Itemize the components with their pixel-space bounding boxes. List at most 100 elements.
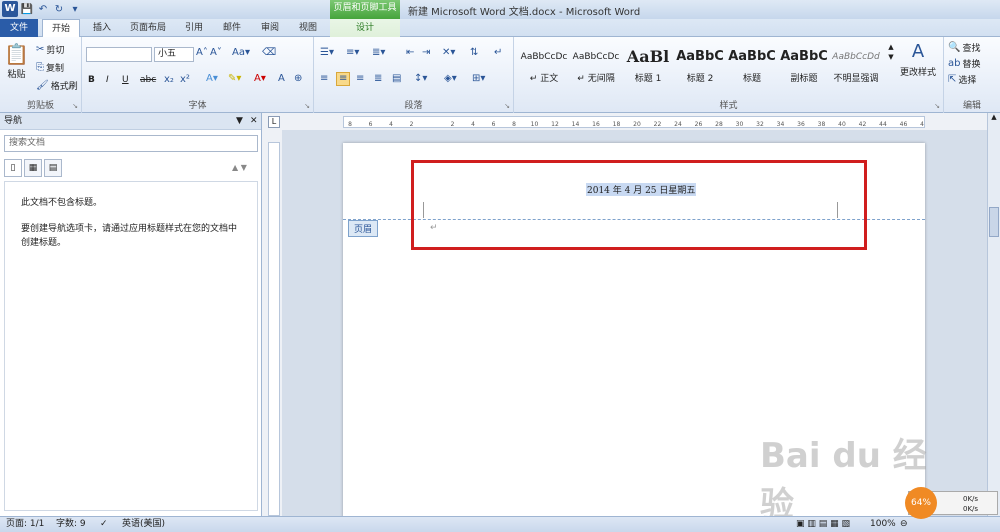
text-effects-button[interactable]: A▾ [206,74,218,84]
font-size-combo[interactable]: 小五 [154,47,194,62]
change-styles-button[interactable]: A 更改样式 [900,41,936,78]
bullets-button[interactable]: ☰▾ [320,48,334,58]
copy-button[interactable]: ⎘ 复制 [36,61,64,74]
align-right-button[interactable]: ≡ [356,74,364,84]
tab-review[interactable]: 审阅 [256,19,284,37]
char-shading-button[interactable]: A [278,74,285,84]
vertical-ruler[interactable] [268,142,280,516]
style-no-spacing[interactable]: AaBbCcDc ↵ 无间隔 [570,43,622,87]
numbering-button[interactable]: ≡▾ [346,48,359,58]
char-shading-icon: A [278,73,285,84]
scroll-up-icon: ▲ [888,43,894,51]
replace-label: 替换 [962,60,981,70]
cut-button[interactable]: ✂ 剪切 [36,43,64,56]
font-dialog-launcher-icon[interactable]: ↘ [304,102,310,110]
header-tag: 页眉 [348,220,379,237]
strikethrough-button[interactable]: abc [140,75,156,85]
tab-view[interactable]: 视图 [294,19,322,37]
tab-insert[interactable]: 插入 [88,19,116,37]
pages-view-icon[interactable]: ▦ [24,159,42,177]
ruler-tick-label: 4 [471,121,475,128]
justify-button[interactable]: ≣ [374,74,382,84]
ruler-tick-label: 34 [777,121,785,128]
increase-indent-button[interactable]: ⇥ [422,48,430,58]
change-case-button[interactable]: Aa▾ [232,48,250,58]
style-heading-1[interactable]: AaBl 标题 1 [622,43,674,87]
styles-dialog-launcher-icon[interactable]: ↘ [934,102,940,110]
enclose-char-button[interactable]: ⊕ [294,74,302,84]
view-buttons[interactable]: ▣ ▥ ▤ ▦ ▧ [796,517,850,532]
scroll-up-icon[interactable]: ▲ [988,113,1000,121]
tab-references[interactable]: 引用 [180,19,208,37]
style-name: 标题 1 [634,74,662,84]
shrink-font-button[interactable]: A˅ [210,48,222,58]
proofing-icon[interactable]: ✓ [100,517,108,532]
chinese-layout-button[interactable]: ✕▾ [442,48,455,58]
align-left-button[interactable]: ≡ [320,74,328,84]
style-heading-2[interactable]: AaBbC 标题 2 [674,43,726,87]
horizontal-ruler[interactable]: 8 6 4 2 2 4 6 8 10 12 14 16 18 20 22 24 26 28 30 32 34 36 38 40… [343,116,925,128]
nav-prev-next[interactable]: ▲ ▼ [232,163,247,172]
tab-file[interactable]: 文件 [0,19,38,37]
save-icon[interactable]: 💾 [20,2,34,17]
style-title[interactable]: AaBbC 标题 [726,43,778,87]
show-marks-button[interactable]: ↵ [494,48,502,58]
line-spacing-button[interactable]: ↕▾ [414,74,427,84]
language[interactable]: 英语(美国) [122,517,165,532]
styles-scroll[interactable]: ▲ ▼ [886,43,896,83]
style-subtle-emphasis[interactable]: AaBbCcDd 不明显强调 [830,43,882,87]
scroll-thumb[interactable] [989,207,999,237]
align-center-button[interactable]: ≡ [336,72,351,86]
grow-font-button[interactable]: A˄ [196,48,208,58]
underline-button[interactable]: U [122,75,129,85]
ruler-tick-label: 26 [695,121,703,128]
format-painter-button[interactable]: 🖌 格式刷 [36,79,78,92]
font-color-icon: A▾ [254,73,266,84]
vertical-scrollbar[interactable]: ▲ [987,113,1000,516]
nav-search-input[interactable]: 搜索文档 [4,135,258,152]
style-normal[interactable]: AaBbCcDc ↵ 正文 [518,43,570,87]
zoom-out-icon[interactable]: ⊖ [900,517,908,532]
distribute-button[interactable]: ▤ [392,74,401,84]
select-button[interactable]: ⇱ 选择 [948,73,976,86]
align-left-icon: ≡ [320,73,329,84]
tab-selector[interactable]: L [268,116,280,128]
font-color-button[interactable]: A▾ [254,74,266,84]
headings-view-icon[interactable]: ▯ [4,159,22,177]
subscript-icon: x₂ [164,74,174,85]
highlight-button[interactable]: ✎▾ [228,74,241,84]
find-button[interactable]: 🔍 查找 [948,41,980,54]
tab-page-layout[interactable]: 页面布局 [126,19,170,37]
superscript-button[interactable]: x² [180,75,190,85]
customize-qa-icon[interactable]: ▾ [68,2,82,17]
redo-icon[interactable]: ↻ [52,2,66,17]
tab-design[interactable]: 设计 [330,19,400,37]
paragraph-dialog-launcher-icon[interactable]: ↘ [504,102,510,110]
close-icon[interactable]: ✕ [250,113,258,130]
tab-home[interactable]: 开始 [42,19,80,38]
ruler-tick-label: 22 [654,121,662,128]
decrease-indent-button[interactable]: ⇤ [406,48,414,58]
word-app-icon[interactable]: W [2,1,18,17]
dialog-launcher-icon[interactable]: ↘ [72,102,78,110]
nav-options-icon[interactable]: ▼ [236,113,243,130]
multilevel-list-button[interactable]: ≣▾ [372,48,385,58]
font-name-combo[interactable] [86,47,152,62]
tab-mailings[interactable]: 邮件 [218,19,246,37]
italic-button[interactable]: I [106,75,109,85]
subscript-button[interactable]: x₂ [164,75,174,85]
style-subtitle[interactable]: AaBbC 副标题 [778,43,830,87]
undo-icon[interactable]: ↶ [36,2,50,17]
bold-button[interactable]: B [88,75,95,85]
nav-no-headings-text: 此文档不包含标题。 [21,198,103,208]
clear-format-button[interactable]: ⌫ [262,48,276,58]
borders-button[interactable]: ⊞▾ [472,74,485,84]
word-count[interactable]: 字数: 9 [56,517,86,532]
paste-button[interactable]: 📋 粘贴 [4,43,29,80]
replace-button[interactable]: ab 替换 [948,57,981,70]
page-count[interactable]: 页面: 1/1 [6,517,44,532]
zoom-level[interactable]: 100% [870,517,896,532]
results-view-icon[interactable]: ▤ [44,159,62,177]
shading-button[interactable]: ◈▾ [444,74,457,84]
sort-button[interactable]: ⇅ [470,48,478,58]
